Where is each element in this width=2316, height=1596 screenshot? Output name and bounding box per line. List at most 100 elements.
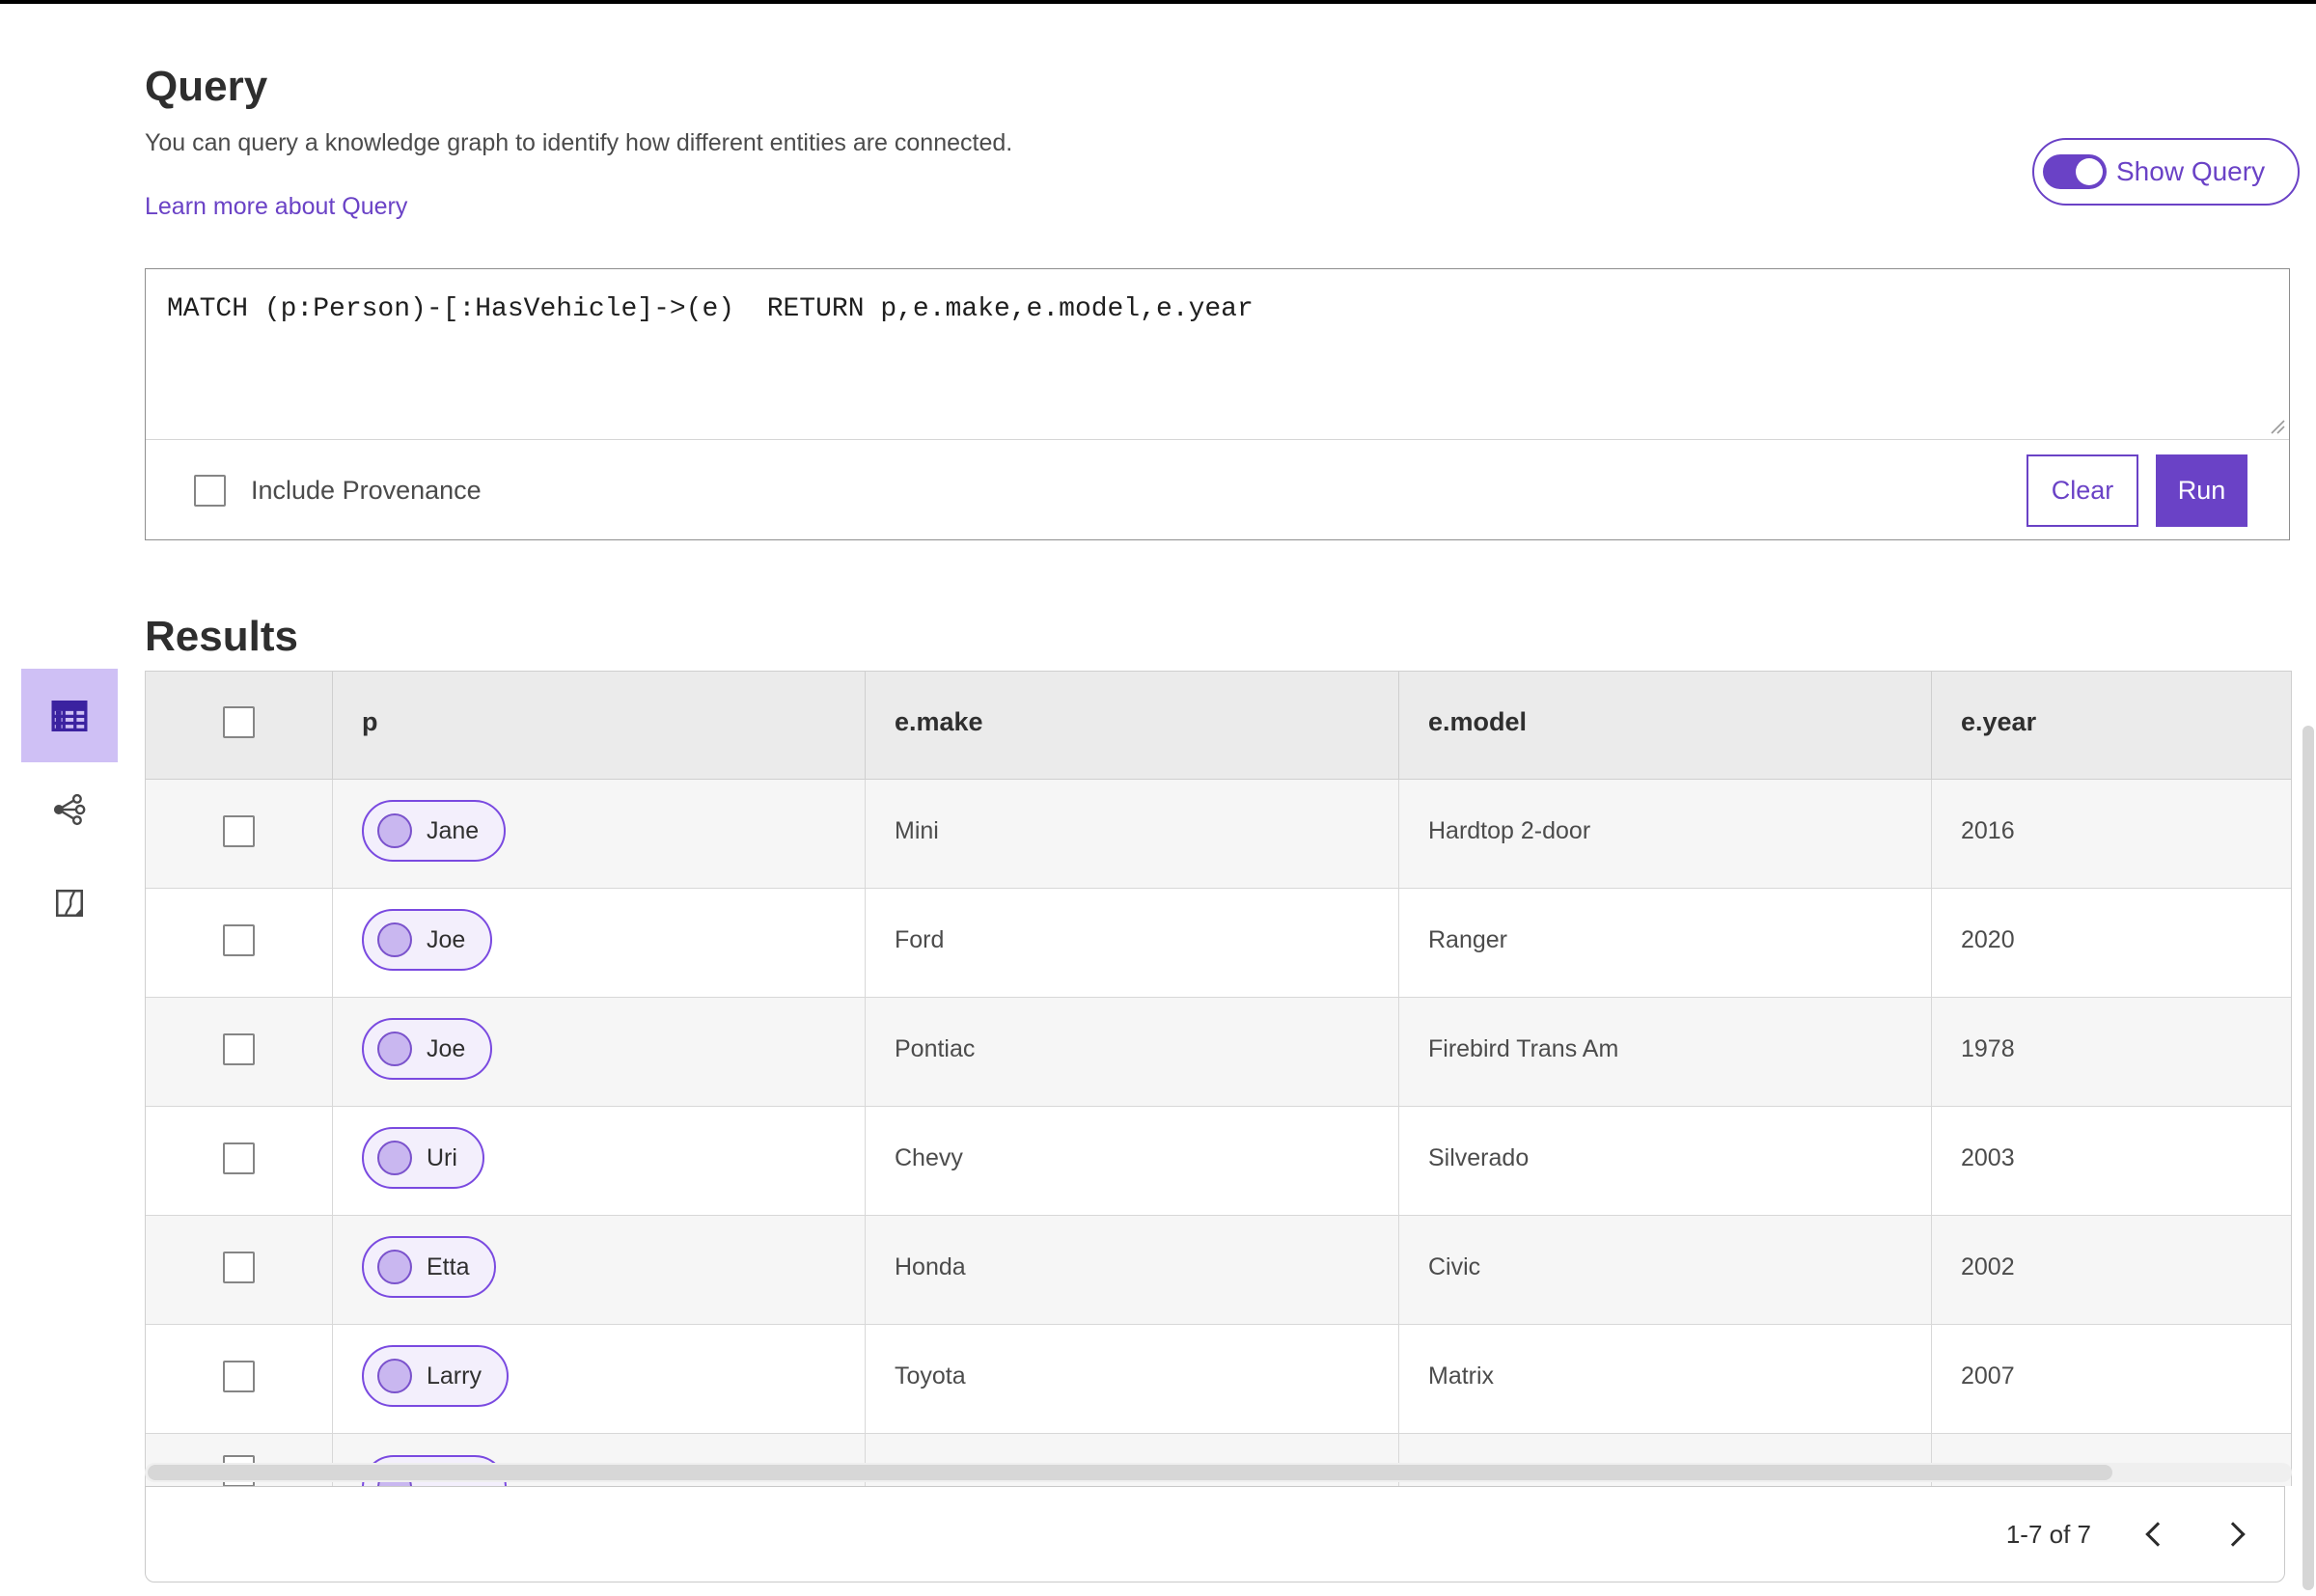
cell-e-make: Mini <box>866 780 1399 888</box>
show-query-toggle[interactable] <box>2043 154 2107 189</box>
column-header-p: p <box>333 672 866 779</box>
column-header-e-model: e.model <box>1399 672 1932 779</box>
cell-e-year: 2003 <box>1961 1143 2015 1171</box>
cell-e-make: Toyota <box>866 1325 1399 1433</box>
row-checkbox-cell <box>146 780 333 888</box>
results-table: p e.make e.model e.year Jane Mini Hardtop 2-do… <box>145 671 2292 1486</box>
cell-e-year: 2020 <box>1961 925 2015 953</box>
query-input[interactable]: MATCH (p:Person)-[:HasVehicle]->(e) RETU… <box>146 269 2289 439</box>
window-top-border <box>0 0 2316 4</box>
row-checkbox-cell <box>146 889 333 997</box>
column-header-e-make: e.make <box>866 672 1399 779</box>
previous-page-button[interactable] <box>2134 1513 2176 1555</box>
cell-p: Joe <box>333 889 866 997</box>
include-provenance-checkbox[interactable] <box>194 474 226 507</box>
cell-e-year: 2002 <box>1961 1252 2015 1280</box>
entity-chip-label: Jane <box>427 816 480 844</box>
cell-p: Joe <box>333 998 866 1106</box>
entity-node-icon <box>377 813 412 848</box>
toggle-knob <box>2076 158 2103 185</box>
cell-e-year: 2016 <box>1961 816 2015 844</box>
entity-node-icon <box>377 1141 412 1175</box>
entity-node-icon <box>377 1032 412 1066</box>
resize-grip-icon[interactable] <box>2270 419 2285 434</box>
cell-e-make: Ford <box>866 889 1399 997</box>
row-checkbox[interactable] <box>223 1360 255 1392</box>
entity-chip-label: Etta <box>427 1252 470 1280</box>
chevron-right-icon <box>2220 1522 2246 1547</box>
horizontal-scrollbar-thumb[interactable] <box>148 1465 2112 1480</box>
query-editor-panel: MATCH (p:Person)-[:HasVehicle]->(e) RETU… <box>145 268 2290 540</box>
entity-chip-label: Uri <box>427 1143 457 1171</box>
cell-p: Larry <box>333 1325 866 1433</box>
show-query-label: Show Query <box>2116 156 2266 186</box>
cell-e-model: Hardtop 2-door <box>1399 780 1932 888</box>
select-all-checkbox[interactable] <box>223 706 255 738</box>
show-query-pill[interactable]: Show Query <box>2032 138 2300 206</box>
chevron-left-icon <box>2145 1522 2170 1547</box>
table-row: Joe Ford Ranger 2020 <box>146 889 2291 998</box>
page-vertical-scrollbar-thumb[interactable] <box>2302 726 2314 1590</box>
entity-chip[interactable]: Uri <box>362 1127 484 1189</box>
entity-chip[interactable]: Etta <box>362 1236 497 1298</box>
link-chart-view-icon <box>53 793 86 825</box>
next-page-button[interactable] <box>2215 1513 2257 1555</box>
row-checkbox[interactable] <box>223 1142 255 1174</box>
cell-e-model: Firebird Trans Am <box>1399 998 1932 1106</box>
query-description: You can query a knowledge graph to ident… <box>145 129 1013 156</box>
cell-e-make: Honda <box>866 1216 1399 1324</box>
pagination-range-label: 1-7 of 7 <box>2005 1519 2091 1549</box>
entity-node-icon <box>377 1359 412 1393</box>
entity-node-icon <box>377 1250 412 1284</box>
include-provenance-label[interactable]: Include Provenance <box>251 476 482 506</box>
table-row: Jane Mini Hardtop 2-door 2016 <box>146 780 2291 889</box>
row-checkbox[interactable] <box>223 1032 255 1065</box>
entity-chip[interactable]: Larry <box>362 1345 509 1407</box>
cell-e-model: Silverado <box>1399 1107 1932 1215</box>
table-row: Uri Chevy Silverado 2003 <box>146 1107 2291 1216</box>
row-checkbox[interactable] <box>223 923 255 956</box>
entity-chip[interactable]: Joe <box>362 1018 493 1080</box>
run-button[interactable]: Run <box>2156 454 2247 527</box>
view-tab-table[interactable] <box>21 669 118 762</box>
column-header-e-year: e.year <box>1961 707 2037 736</box>
row-checkbox-cell <box>146 998 333 1106</box>
table-row: Joe Pontiac Firebird Trans Am 1978 <box>146 998 2291 1107</box>
query-footer-bar: Include Provenance Clear Run <box>146 440 2289 540</box>
entity-chip[interactable]: Jane <box>362 800 507 862</box>
results-section-title: Results <box>145 612 298 660</box>
cell-p: Etta <box>333 1216 866 1324</box>
row-checkbox[interactable] <box>223 1251 255 1283</box>
entity-chip-label: Joe <box>427 925 466 953</box>
entity-chip-label: Joe <box>427 1034 466 1062</box>
cell-e-make: Pontiac <box>866 998 1399 1106</box>
cell-e-year: 2007 <box>1961 1362 2015 1390</box>
row-checkbox-cell <box>146 1325 333 1433</box>
page: Query You can query a knowledge graph to… <box>0 0 2316 1596</box>
row-checkbox-cell <box>146 1216 333 1324</box>
table-horizontal-scrollbar[interactable] <box>145 1463 2292 1482</box>
pagination-bar: 1-7 of 7 <box>145 1486 2285 1582</box>
row-checkbox-cell <box>146 1107 333 1215</box>
view-tab-link-chart[interactable] <box>21 762 118 856</box>
view-tab-map[interactable] <box>21 856 118 949</box>
entity-node-icon <box>377 922 412 957</box>
cell-e-model: Ranger <box>1399 889 1932 997</box>
learn-more-link[interactable]: Learn more about Query <box>145 193 407 221</box>
cell-p: Jane <box>333 780 866 888</box>
query-section-title: Query <box>145 63 268 111</box>
table-header-row: p e.make e.model e.year <box>146 672 2291 780</box>
table-row: Larry Toyota Matrix 2007 <box>146 1325 2291 1434</box>
cell-e-make: Chevy <box>866 1107 1399 1215</box>
query-textarea-wrap: MATCH (p:Person)-[:HasVehicle]->(e) RETU… <box>146 269 2289 440</box>
table-view-icon <box>51 700 88 731</box>
cell-e-model: Matrix <box>1399 1325 1932 1433</box>
entity-chip-label: Larry <box>427 1362 482 1390</box>
table-row: Etta Honda Civic 2002 <box>146 1216 2291 1325</box>
clear-button[interactable]: Clear <box>2026 454 2138 527</box>
entity-chip[interactable]: Joe <box>362 909 493 971</box>
header-checkbox-cell <box>146 672 333 779</box>
row-checkbox[interactable] <box>223 814 255 847</box>
map-view-icon <box>55 889 84 917</box>
cell-p: Uri <box>333 1107 866 1215</box>
